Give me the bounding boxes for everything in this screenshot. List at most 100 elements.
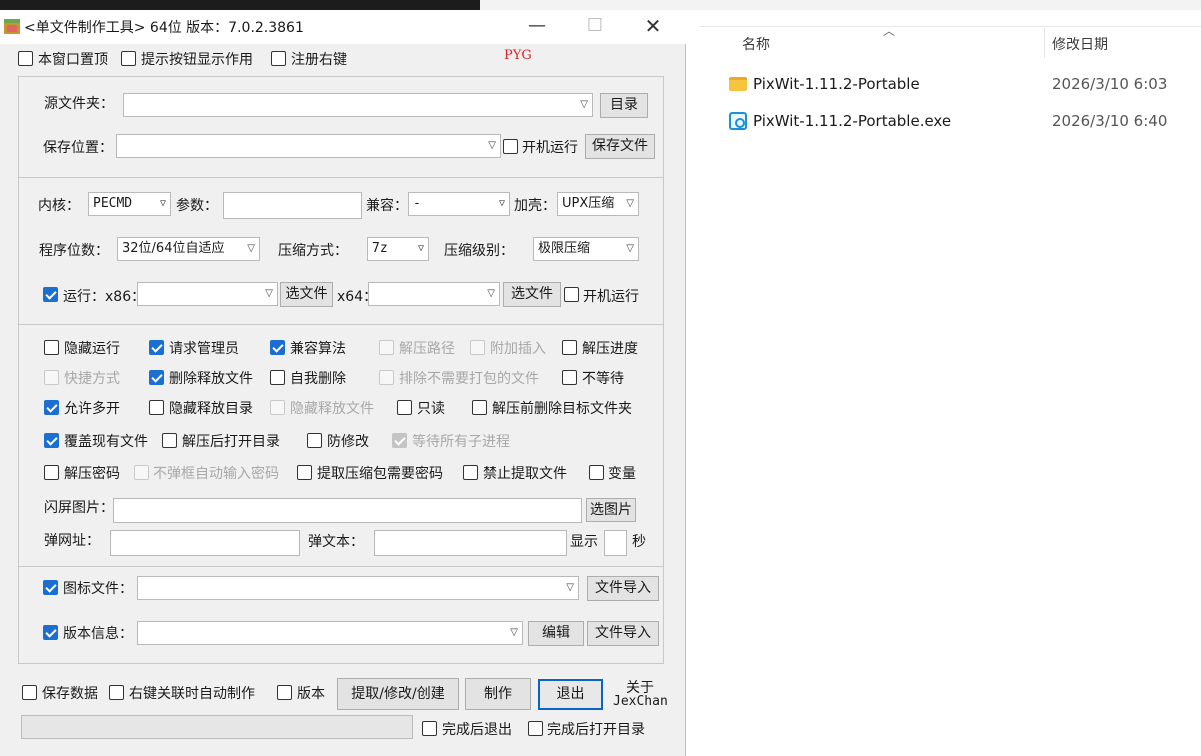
show-seconds-input[interactable] [604, 530, 627, 556]
window-title: <单文件制作工具> 64位 版本：7.0.2.3861 [24, 20, 304, 36]
option-label: 隐藏运行 [64, 341, 120, 357]
compress-level-value: 极限压缩 [538, 241, 591, 256]
icon-file-checkbox[interactable] [43, 580, 58, 595]
option-label: 解压密码 [64, 466, 120, 482]
popup-url-input[interactable] [110, 530, 300, 556]
version-info-combo[interactable]: ▽ [137, 621, 523, 645]
version-checkbox[interactable] [277, 685, 292, 700]
dir-button[interactable]: 目录 [600, 93, 648, 118]
option-label: 变量 [608, 466, 636, 482]
version-label: 版本 [297, 686, 325, 702]
autorun-checkbox[interactable] [503, 139, 518, 154]
column-header-date[interactable]: 修改日期 [1052, 34, 1108, 54]
register-context-checkbox[interactable] [271, 51, 286, 66]
option-checkbox[interactable] [392, 433, 407, 448]
file-row[interactable]: PixWit-1.11.2-Portable.exe 2026/3/10 6:4… [729, 112, 1199, 138]
save-file-button[interactable]: 保存文件 [585, 134, 655, 159]
source-folder-combo[interactable]: ▽ [123, 93, 593, 117]
exit-button[interactable]: 退出 [538, 679, 603, 710]
file-row[interactable]: PixWit-1.11.2-Portable 2026/3/10 6:03 [729, 75, 1199, 101]
column-separator[interactable] [1044, 28, 1045, 58]
option-checkbox[interactable] [270, 340, 285, 355]
show-tips-checkbox[interactable] [121, 51, 136, 66]
option-checkbox[interactable] [44, 340, 59, 355]
splash-input[interactable] [113, 498, 582, 523]
option-checkbox[interactable] [562, 370, 577, 385]
column-header-name[interactable]: 名称 [742, 34, 770, 54]
minimize-icon[interactable]: — [514, 12, 560, 40]
desktop-strip [0, 0, 480, 10]
boot-run-checkbox[interactable] [564, 287, 579, 302]
icon-file-combo[interactable]: ▽ [137, 576, 579, 600]
option-label: 排除不需要打包的文件 [399, 371, 539, 387]
version-import-button[interactable]: 文件导入 [587, 621, 659, 646]
option-checkbox[interactable] [297, 465, 312, 480]
save-data-checkbox[interactable] [22, 685, 37, 700]
option-checkbox[interactable] [149, 370, 164, 385]
option-label: 不弹框自动输入密码 [153, 466, 279, 482]
option-checkbox[interactable] [470, 340, 485, 355]
pyg-mark: PYG [504, 48, 532, 63]
run-checkbox[interactable] [43, 287, 58, 302]
option-checkbox[interactable] [270, 370, 285, 385]
choose-x86-file-button[interactable]: 选文件 [280, 282, 333, 307]
popup-text-input[interactable] [374, 530, 567, 556]
make-button[interactable]: 制作 [465, 678, 531, 710]
pack-select[interactable]: UPX压缩 ▽ [557, 192, 639, 216]
choose-image-button[interactable]: 选图片 [586, 498, 636, 522]
close-icon[interactable]: ✕ [630, 12, 676, 40]
save-location-combo[interactable]: ▽ [116, 134, 501, 158]
run-label: 运行：x86： [63, 289, 146, 305]
option-checkbox[interactable] [472, 400, 487, 415]
version-info-checkbox[interactable] [43, 625, 58, 640]
option-checkbox[interactable] [307, 433, 322, 448]
autorun-label: 开机运行 [522, 140, 578, 156]
option-checkbox[interactable] [397, 400, 412, 415]
option-checkbox[interactable] [379, 340, 394, 355]
option-label: 防修改 [327, 434, 369, 450]
compat-select[interactable]: - ▽ [408, 192, 510, 216]
compress-method-select[interactable]: 7z ▽ [367, 237, 429, 261]
extract-modify-create-button[interactable]: 提取/修改/创建 [337, 678, 459, 710]
option-checkbox[interactable] [270, 400, 285, 415]
app-icon [4, 19, 20, 34]
x64-file-combo[interactable]: ▽ [368, 282, 500, 306]
maximize-icon[interactable]: ☐ [572, 12, 618, 40]
option-checkbox[interactable] [589, 465, 604, 480]
seconds-label: 秒 [632, 534, 646, 550]
always-on-top-label: 本窗口置顶 [38, 52, 108, 68]
option-checkbox[interactable] [149, 340, 164, 355]
always-on-top-checkbox[interactable] [18, 51, 33, 66]
option-checkbox[interactable] [44, 370, 59, 385]
exit-after-checkbox[interactable] [422, 721, 437, 736]
icon-import-button[interactable]: 文件导入 [587, 576, 659, 601]
choose-x64-file-button[interactable]: 选文件 [503, 282, 561, 307]
x86-file-combo[interactable]: ▽ [137, 282, 278, 306]
save-location-label: 保存位置： [43, 140, 113, 156]
option-checkbox[interactable] [149, 400, 164, 415]
option-label: 自我删除 [290, 371, 346, 387]
chevron-down-icon: ▽ [265, 288, 273, 299]
register-context-label: 注册右键 [291, 52, 347, 68]
author-label[interactable]: JexChan [613, 694, 668, 709]
option-checkbox[interactable] [44, 433, 59, 448]
option-checkbox[interactable] [162, 433, 177, 448]
compress-level-select[interactable]: 极限压缩 ▽ [533, 237, 639, 261]
option-checkbox[interactable] [463, 465, 478, 480]
option-checkbox[interactable] [44, 465, 59, 480]
bits-select[interactable]: 32位/64位自适应 ▽ [117, 237, 260, 261]
option-checkbox[interactable] [562, 340, 577, 355]
option-checkbox[interactable] [379, 370, 394, 385]
option-checkbox[interactable] [44, 400, 59, 415]
option-label: 快捷方式 [64, 371, 120, 387]
option-label: 允许多开 [64, 401, 120, 417]
edit-button[interactable]: 编辑 [528, 621, 584, 646]
option-label: 附加插入 [490, 341, 546, 357]
open-dir-after-checkbox[interactable] [528, 721, 543, 736]
option-checkbox[interactable] [134, 465, 149, 480]
auto-make-checkbox[interactable] [109, 685, 124, 700]
kernel-select[interactable]: PECMD ▽ [88, 192, 171, 216]
divider [19, 566, 663, 567]
pack-label: 加壳： [514, 198, 556, 214]
params-input[interactable] [223, 192, 362, 219]
